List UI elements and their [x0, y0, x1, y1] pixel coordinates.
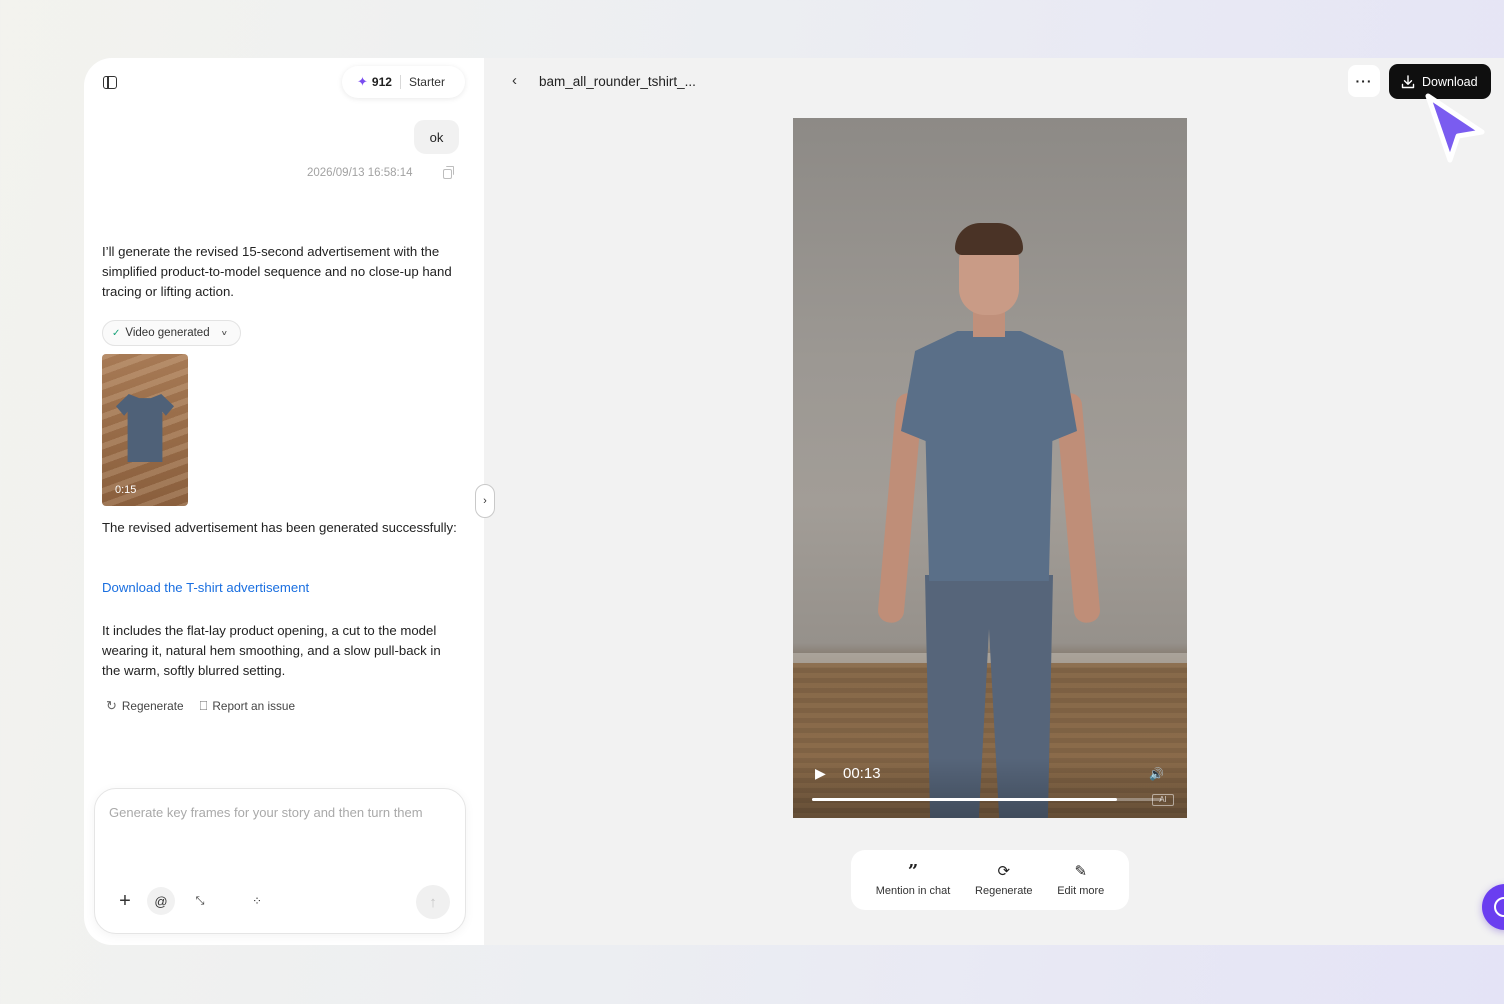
pointer-cursor-icon: [1425, 93, 1485, 163]
tshirt-torso: [901, 331, 1077, 581]
mention-in-chat-button[interactable]: ” Mention in chat: [875, 860, 951, 897]
video-generated-label: Video generated: [125, 327, 210, 339]
chat-composer: + @ ⤡ ⁘ ↑: [94, 788, 466, 934]
mention-button[interactable]: @: [147, 887, 175, 915]
refresh-icon: ↻: [106, 698, 117, 713]
pill-divider: [399, 75, 401, 89]
quote-icon: ”: [907, 860, 919, 882]
edit-more-button[interactable]: ✎ Edit more: [1057, 862, 1105, 897]
panel-collapse-handle[interactable]: ›: [475, 484, 495, 518]
model-figure: [877, 223, 1101, 818]
spark-icon: ✦: [357, 74, 368, 89]
regenerate-video-button[interactable]: ⟳ Regenerate: [975, 862, 1033, 897]
ai-badge: AI: [1152, 794, 1174, 806]
check-icon: ✓: [112, 327, 121, 339]
thumbnail-duration: 0:15: [115, 484, 137, 496]
add-attachment-button[interactable]: +: [111, 887, 139, 915]
message-timestamp: 2026/09/13 16:58:14: [307, 167, 413, 179]
video-current-time: 00:13: [843, 765, 881, 782]
video-progress-fill: [812, 798, 1117, 801]
description-text: It includes the flat-lay product opening…: [102, 623, 441, 678]
pencil-icon: ✎: [1074, 862, 1088, 880]
message-actions: ↻ Regenerate ⎕ Report an issue: [106, 698, 295, 714]
mode-toggle-icon[interactable]: ⤡: [186, 887, 214, 915]
mention-in-chat-label: Mention in chat: [875, 884, 951, 897]
play-icon[interactable]: ▶: [815, 765, 826, 782]
regenerate-video-label: Regenerate: [975, 884, 1033, 897]
plan-label: Starter: [408, 75, 445, 89]
download-icon: [1401, 74, 1415, 88]
report-issue-label: Report an issue: [212, 699, 295, 713]
send-button[interactable]: ↑: [416, 885, 450, 919]
prompt-input[interactable]: [109, 805, 455, 820]
regenerate-label: Regenerate: [121, 699, 184, 713]
credits-pill[interactable]: ✦ 912 Starter: [342, 66, 465, 98]
video-thumbnail[interactable]: 0:15: [102, 354, 188, 506]
sidebar-toggle-icon[interactable]: [103, 76, 117, 89]
more-options-button[interactable]: ···: [1348, 65, 1380, 97]
options-dots-icon[interactable]: ⁘: [243, 887, 271, 915]
regenerate-button[interactable]: ↻ Regenerate: [106, 698, 184, 714]
download-label: Download: [1422, 74, 1478, 89]
report-issue-button[interactable]: ⎕ Report an issue: [200, 698, 295, 714]
video-progress-bar[interactable]: [812, 798, 1162, 801]
video-action-toolbar: ” Mention in chat ⟳ Regenerate ✎ Edit mo…: [851, 850, 1129, 910]
credits-count: 912: [371, 75, 392, 89]
app-window: ✦ 912 Starter ok 2026/09/13 16:58:14 I’l…: [84, 58, 1504, 945]
video-generated-chip[interactable]: ✓ Video generated ∨: [102, 320, 241, 346]
video-player[interactable]: ▶ 00:13 🔊 AI: [793, 118, 1187, 818]
copy-icon[interactable]: [443, 166, 454, 179]
edit-more-label: Edit more: [1057, 884, 1105, 897]
success-text: The revised advertisement has been gener…: [102, 520, 457, 535]
report-icon: ⎕: [199, 698, 208, 713]
help-icon: [1494, 897, 1504, 917]
refresh-icon: ⟳: [997, 862, 1011, 880]
file-title: bam_all_rounder_tshirt_...: [539, 74, 696, 89]
volume-icon[interactable]: 🔊: [1149, 767, 1164, 781]
user-message-bubble: ok: [414, 120, 459, 154]
chat-panel: ✦ 912 Starter ok 2026/09/13 16:58:14 I’l…: [84, 58, 484, 945]
hair: [955, 223, 1023, 255]
download-ad-link[interactable]: Download the T-shirt advertisement: [102, 580, 309, 595]
back-arrow-icon[interactable]: ‹: [512, 72, 517, 89]
chevron-down-icon: ∨: [220, 329, 228, 337]
assistant-intro-text: I’ll generate the revised 15-second adve…: [102, 244, 452, 299]
